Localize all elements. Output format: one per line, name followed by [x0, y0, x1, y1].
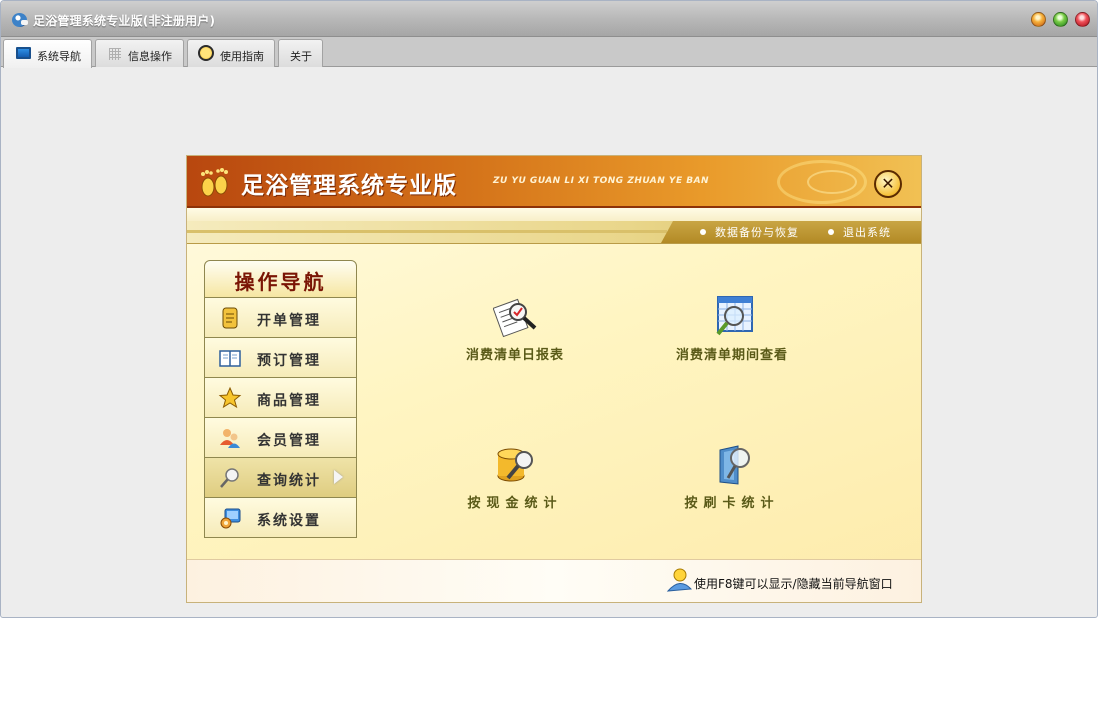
panel-title: 足浴管理系统专业版 — [241, 173, 457, 199]
book-icon — [219, 350, 241, 367]
bullet-icon — [700, 229, 706, 235]
minimize-icon[interactable] — [1031, 12, 1046, 27]
backup-restore-link[interactable]: 数据备份与恢复 — [700, 224, 799, 240]
tab-label: 关于 — [290, 50, 312, 63]
panel-close-icon[interactable]: ✕ — [874, 170, 902, 198]
nav-item-order[interactable]: 开单管理 — [204, 298, 357, 338]
period-view-button[interactable]: 消费清单期间查看 — [657, 294, 807, 374]
decor-band — [187, 208, 921, 221]
cash-search-icon — [497, 448, 533, 482]
nav-heading-text: 操作导航 — [234, 270, 327, 294]
card-search-icon — [719, 445, 750, 485]
main-window: 足浴管理系统专业版(非注册用户) 系统导航 信息操作 使用指南 关于 足浴管理系… — [0, 0, 1098, 618]
exit-system-link[interactable]: 退出系统 — [828, 224, 891, 240]
nav-item-goods[interactable]: 商品管理 — [204, 378, 357, 418]
maximize-icon[interactable] — [1053, 12, 1068, 27]
panel-footer: 使用F8键可以显示/隐藏当前导航窗口 — [187, 559, 921, 602]
operation-nav: 操作导航 开单管理 预订管理 商品管理 会员管理 查询统计 系统设置 — [204, 260, 357, 541]
app-logo-icon — [12, 13, 28, 27]
clock-icon — [198, 45, 214, 61]
selected-arrow-icon — [334, 470, 343, 484]
daily-report-button[interactable]: 消费清单日报表 — [440, 294, 590, 374]
user-tip-icon — [666, 568, 692, 592]
navigation-panel: 足浴管理系统专业版 ZU YU GUAN LI XI TONG ZHUAN YE… — [186, 155, 922, 603]
document-icon — [222, 307, 238, 329]
tab-bar: 系统导航 信息操作 使用指南 关于 — [1, 37, 1097, 68]
card-stats-button[interactable]: 按刷卡统计 — [657, 442, 807, 522]
nav-item-member[interactable]: 会员管理 — [204, 418, 357, 458]
star-icon — [218, 386, 242, 409]
title-bar[interactable]: 足浴管理系统专业版(非注册用户) — [1, 1, 1097, 37]
tab-label: 使用指南 — [220, 50, 264, 63]
tab-info-operation[interactable]: 信息操作 — [95, 39, 184, 67]
users-icon — [220, 429, 240, 448]
link-label: 数据备份与恢复 — [715, 226, 799, 239]
decor-swirl — [807, 170, 857, 194]
tab-user-guide[interactable]: 使用指南 — [187, 39, 275, 67]
tab-label: 信息操作 — [128, 50, 172, 63]
tab-label: 系统导航 — [37, 50, 81, 63]
bullet-icon — [828, 229, 834, 235]
nav-item-settings[interactable]: 系统设置 — [204, 498, 357, 538]
divider — [187, 243, 921, 244]
window-title: 足浴管理系统专业版(非注册用户) — [33, 14, 216, 28]
feature-label: 按现金统计 — [467, 496, 563, 511]
panel-header: 足浴管理系统专业版 ZU YU GUAN LI XI TONG ZHUAN YE… — [187, 156, 921, 208]
feet-logo-icon — [201, 168, 228, 197]
cash-stats-button[interactable]: 按现金统计 — [440, 442, 590, 522]
nav-item-query-stats[interactable]: 查询统计 — [204, 458, 357, 498]
tab-system-navigation[interactable]: 系统导航 — [3, 39, 92, 68]
link-label: 退出系统 — [843, 226, 891, 239]
settings-icon — [220, 508, 241, 529]
tab-about[interactable]: 关于 — [278, 39, 323, 67]
nav-item-label: 会员管理 — [257, 433, 321, 449]
footer-tip: 使用F8键可以显示/隐藏当前导航窗口 — [694, 577, 893, 591]
nav-item-label: 查询统计 — [257, 473, 321, 489]
close-icon[interactable] — [1075, 12, 1090, 27]
report-search-icon — [493, 298, 537, 338]
monitor-icon — [16, 47, 31, 59]
feature-label: 按刷卡统计 — [684, 496, 780, 511]
nav-item-reservation[interactable]: 预订管理 — [204, 338, 357, 378]
magnifier-icon — [220, 468, 239, 488]
nav-heading: 操作导航 — [204, 260, 357, 298]
feature-label: 消费清单期间查看 — [675, 348, 788, 363]
nav-item-label: 预订管理 — [257, 353, 321, 369]
nav-item-label: 系统设置 — [257, 513, 321, 529]
grid-icon — [109, 48, 121, 60]
feature-label: 消费清单日报表 — [465, 348, 564, 363]
panel-subtitle: ZU YU GUAN LI XI TONG ZHUAN YE BAN — [493, 176, 710, 186]
calendar-search-icon — [716, 296, 753, 336]
nav-item-label: 商品管理 — [257, 393, 321, 409]
nav-item-label: 开单管理 — [257, 313, 321, 329]
